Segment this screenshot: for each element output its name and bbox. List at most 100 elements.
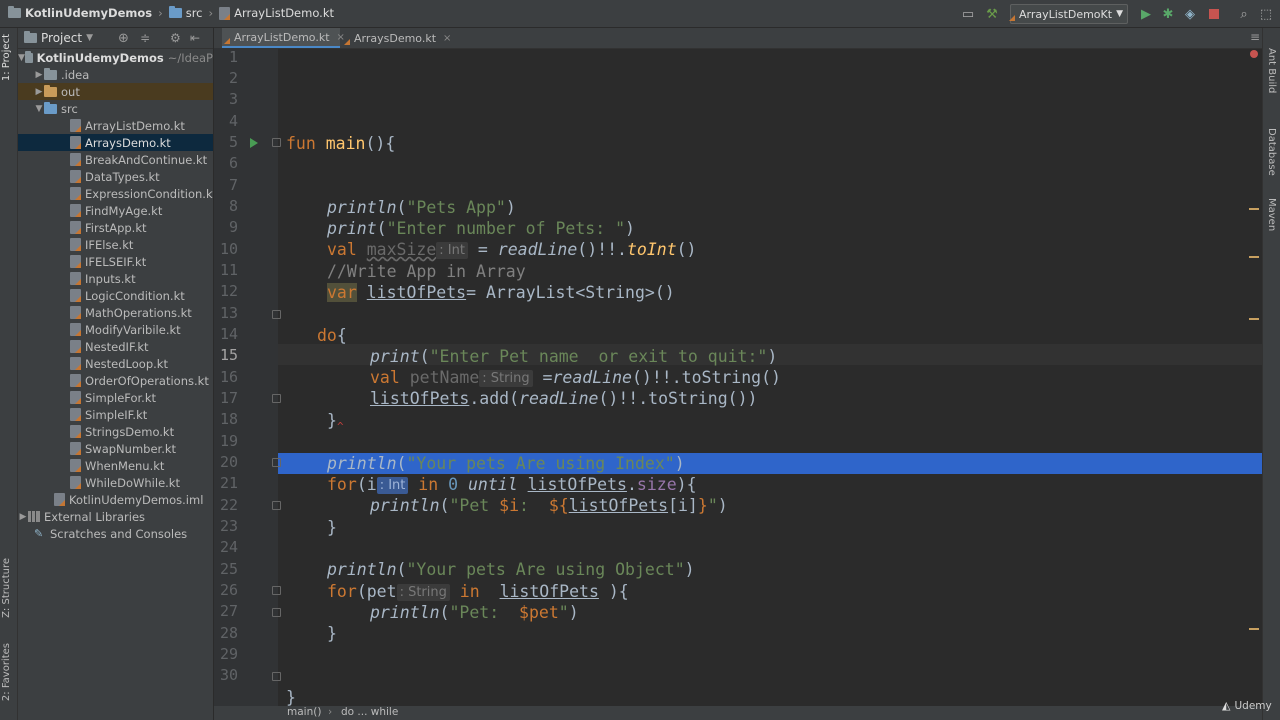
tree-item-external-libraries[interactable]: ▶ External Libraries — [18, 508, 213, 525]
expand-arrow-icon[interactable]: ▶ — [34, 70, 44, 80]
tree-file[interactable]: Inputs.kt — [18, 270, 213, 287]
tree-file[interactable]: StringsDemo.kt — [18, 423, 213, 440]
fold-icon[interactable] — [272, 586, 281, 595]
number-literal: 0 — [448, 475, 459, 494]
chevron-down-icon[interactable]: ▼ — [86, 33, 93, 43]
function-call: readLine — [497, 240, 578, 259]
tree-file[interactable]: ExpressionCondition.kt — [18, 185, 213, 202]
tree-file[interactable]: MathOperations.kt — [18, 304, 213, 321]
tree-file[interactable]: SimpleFor.kt — [18, 389, 213, 406]
string-literal: " — [707, 496, 718, 515]
run-configuration-select[interactable]: ArrayListDemoKt ▼ — [1009, 4, 1128, 24]
tab-arraylistdemo[interactable]: ArrayListDemo.kt × — [222, 28, 345, 48]
vcs-icon[interactable]: ⬚ — [1258, 6, 1274, 22]
tree-root[interactable]: ▼ KotlinUdemyDemos ~/IdeaP — [18, 49, 213, 66]
tree-label: FirstApp.kt — [85, 220, 147, 235]
tool-tab-project[interactable]: 1: Project — [1, 34, 12, 81]
close-icon[interactable]: × — [443, 33, 451, 44]
tree-file[interactable]: NestedLoop.kt — [18, 355, 213, 372]
tree-file[interactable]: SwapNumber.kt — [18, 440, 213, 457]
build-hammer-icon[interactable]: ⚒ — [984, 6, 1000, 22]
tree-label: IFELSEIF.kt — [85, 254, 147, 269]
right-tool-window-bar: Ant Build Database Maven — [1262, 28, 1280, 720]
target-icon[interactable]: ⊕ — [118, 31, 129, 46]
expand-arrow-icon[interactable]: ▼ — [18, 53, 25, 63]
tool-tab-ant-build[interactable]: Ant Build — [1266, 48, 1277, 93]
coverage-icon[interactable]: ◈ — [1182, 6, 1198, 22]
fold-icon[interactable] — [272, 394, 281, 403]
fold-icon[interactable] — [272, 310, 281, 319]
tree-file[interactable]: SimpleIF.kt — [18, 406, 213, 423]
line-number: 25 — [219, 560, 238, 578]
hide-panel-icon[interactable]: ⇤ — [190, 31, 200, 45]
scroll-marker[interactable] — [1249, 628, 1259, 630]
tool-tab-maven[interactable]: Maven — [1266, 198, 1277, 231]
chevron-down-icon: ▼ — [1116, 9, 1123, 19]
code-line-10: //Write App in Array — [327, 261, 526, 282]
tree-file[interactable]: IFElse.kt — [18, 236, 213, 253]
project-structure-icon[interactable]: ▭ — [960, 6, 976, 22]
code-text: ){ — [598, 582, 629, 601]
tree-file[interactable]: LogicCondition.kt — [18, 287, 213, 304]
tree-file[interactable]: IFELSEIF.kt — [18, 253, 213, 270]
folder-icon — [44, 67, 57, 80]
fold-icon[interactable] — [272, 138, 281, 147]
run-gutter-icon[interactable] — [250, 138, 258, 148]
tree-item-src[interactable]: ▼ src — [18, 100, 213, 117]
tool-tab-favorites[interactable]: 2: Favorites — [1, 643, 12, 701]
code-text: ) — [767, 347, 778, 366]
breadcrumb-file[interactable]: ArrayListDemo.kt — [234, 6, 334, 20]
tool-tab-database[interactable]: Database — [1266, 128, 1277, 176]
tree-file-selected[interactable]: ArraysDemo.kt — [18, 134, 213, 151]
tree-item-idea[interactable]: ▶ .idea — [18, 66, 213, 83]
error-indicator-icon[interactable] — [1250, 50, 1258, 58]
project-view-select[interactable]: Project — [41, 31, 82, 45]
code-text: (){ — [365, 134, 396, 153]
scroll-marker[interactable] — [1249, 256, 1259, 258]
tab-list-icon[interactable]: ≡ — [1250, 30, 1260, 44]
code-line-8: print("Enter number of Pets: ") — [327, 218, 635, 239]
stop-icon[interactable] — [1206, 6, 1222, 22]
run-icon[interactable]: ▶ — [1138, 6, 1154, 22]
fold-icon[interactable] — [272, 672, 281, 681]
kotlin-file-icon — [70, 136, 81, 149]
tree-file-iml[interactable]: KotlinUdemyDemos.iml — [18, 491, 213, 508]
tree-item-scratches[interactable]: ✎ Scratches and Consoles — [18, 525, 213, 542]
tree-item-out[interactable]: ▶ out — [18, 83, 213, 100]
fold-icon[interactable] — [272, 501, 281, 510]
tree-file[interactable]: DataTypes.kt — [18, 168, 213, 185]
tab-arraysdemo[interactable]: ArraysDemo.kt × — [342, 28, 452, 48]
code-text: = — [467, 240, 498, 259]
gear-icon[interactable]: ⚙ — [170, 31, 181, 45]
fold-icon[interactable] — [272, 458, 281, 467]
code-text: ) — [684, 560, 695, 579]
search-icon[interactable]: ⌕ — [1236, 6, 1252, 22]
fold-icon[interactable] — [272, 608, 281, 617]
debug-icon[interactable]: ✱ — [1160, 6, 1176, 22]
kotlin-file-icon — [70, 459, 81, 472]
scroll-marker[interactable] — [1249, 318, 1259, 320]
expand-arrow-icon[interactable]: ▶ — [18, 512, 28, 522]
expand-arrow-icon[interactable]: ▶ — [34, 87, 44, 97]
type-hint: : String — [396, 584, 450, 601]
tree-file[interactable]: FirstApp.kt — [18, 219, 213, 236]
tree-file[interactable]: BreakAndContinue.kt — [18, 151, 213, 168]
collapse-all-icon[interactable]: ≑ — [140, 31, 150, 45]
tree-file[interactable]: NestedIF.kt — [18, 338, 213, 355]
tool-tab-structure[interactable]: Z: Structure — [1, 558, 12, 618]
kotlin-file-icon — [70, 476, 81, 489]
tree-file[interactable]: FindMyAge.kt — [18, 202, 213, 219]
code-area[interactable]: fun main(){ println("Pets App") print("E… — [286, 48, 1262, 720]
breadcrumb-block[interactable]: do ... while — [341, 706, 398, 718]
breadcrumb-folder[interactable]: src — [186, 6, 203, 20]
breadcrumb-project[interactable]: KotlinUdemyDemos — [25, 6, 152, 20]
tree-file[interactable]: WhileDoWhile.kt — [18, 474, 213, 491]
breadcrumb-function[interactable]: main() — [287, 706, 321, 718]
scroll-marker[interactable] — [1249, 208, 1259, 210]
tree-label: ExpressionCondition.kt — [85, 186, 213, 201]
tree-file[interactable]: ModifyVaribile.kt — [18, 321, 213, 338]
expand-arrow-icon[interactable]: ▼ — [34, 104, 44, 114]
tree-file[interactable]: OrderOfOperations.kt — [18, 372, 213, 389]
tree-file[interactable]: WhenMenu.kt — [18, 457, 213, 474]
tree-file[interactable]: ArrayListDemo.kt — [18, 117, 213, 134]
